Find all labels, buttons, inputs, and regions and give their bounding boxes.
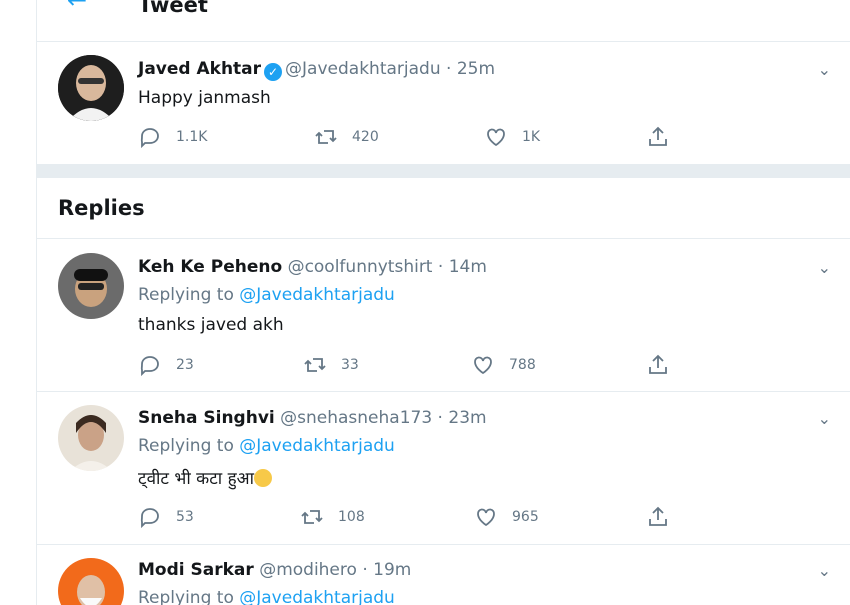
retweet-button[interactable]: 33 bbox=[303, 353, 359, 377]
retweet-icon bbox=[315, 130, 337, 144]
retweet-count: 33 bbox=[341, 357, 359, 373]
tweet-header: Keh Ke Peheno @coolfunnytshirt · 14m bbox=[138, 256, 487, 278]
avatar[interactable] bbox=[58, 558, 124, 605]
separator-dot: · bbox=[440, 59, 457, 79]
replying-to-link[interactable]: @Javedakhtarjadu bbox=[239, 285, 395, 305]
like-count: 1K bbox=[522, 129, 541, 145]
share-button[interactable] bbox=[646, 353, 684, 377]
user-name[interactable]: Modi Sarkar bbox=[138, 560, 254, 580]
reply-count: 53 bbox=[176, 509, 194, 525]
page-title: Tweet bbox=[138, 0, 208, 17]
tweet-text: Happy janmash bbox=[138, 88, 271, 108]
retweet-icon bbox=[304, 358, 326, 372]
avatar[interactable] bbox=[58, 55, 124, 121]
section-separator bbox=[37, 164, 850, 178]
separator-dot: · bbox=[432, 257, 449, 277]
user-handle[interactable]: @modihero bbox=[259, 560, 357, 580]
chevron-down-icon[interactable]: ⌄ bbox=[818, 258, 831, 277]
retweet-button[interactable]: 420 bbox=[314, 125, 379, 149]
reply-count: 1.1K bbox=[176, 129, 208, 145]
page-header: ← Tweet bbox=[37, 0, 850, 42]
user-handle[interactable]: @snehasneha173 bbox=[280, 408, 432, 428]
share-icon bbox=[649, 354, 667, 374]
main-tweet[interactable]: Javed Akhtar ✓ @Javedakhtarjadu · 25m ⌄ Ha… bbox=[37, 42, 850, 163]
tweet-time[interactable]: 19m bbox=[373, 560, 411, 580]
separator-dot: · bbox=[356, 560, 374, 580]
reply-icon bbox=[140, 356, 159, 377]
verified-badge-icon: ✓ bbox=[264, 63, 283, 81]
user-name[interactable]: Sneha Singhvi bbox=[138, 408, 275, 428]
chevron-down-icon[interactable]: ⌄ bbox=[818, 409, 831, 428]
replying-label: Replying to bbox=[138, 285, 234, 305]
reply-button[interactable]: 53 bbox=[138, 505, 194, 529]
avatar[interactable] bbox=[58, 253, 124, 319]
retweet-icon bbox=[301, 510, 323, 524]
replying-to-link[interactable]: @Javedakhtarjadu bbox=[239, 436, 395, 456]
tweet-header: Sneha Singhvi @snehasneha173 · 23m bbox=[138, 407, 487, 429]
like-count: 788 bbox=[509, 357, 536, 373]
retweet-count: 420 bbox=[352, 129, 379, 145]
eye-roll-emoji-icon bbox=[253, 469, 272, 487]
tweet-header: Modi Sarkar @modihero · 19m bbox=[138, 559, 411, 581]
retweet-count: 108 bbox=[338, 509, 365, 525]
reply-tweet[interactable]: Modi Sarkar @modihero · 19m ⌄ Replying t… bbox=[37, 545, 850, 605]
reply-tweet[interactable]: Keh Ke Peheno @coolfunnytshirt · 14m ⌄ R… bbox=[37, 239, 850, 391]
like-button[interactable]: 965 bbox=[474, 505, 539, 529]
like-button[interactable]: 1K bbox=[484, 125, 540, 149]
user-handle[interactable]: @coolfunnytshirt bbox=[288, 257, 433, 277]
reply-count: 23 bbox=[176, 357, 194, 373]
chevron-down-icon[interactable]: ⌄ bbox=[818, 60, 831, 79]
timeline-column: ← Tweet Javed Akhtar ✓ @Javedakhtarjadu · … bbox=[36, 0, 850, 605]
tweet-text: ट्वीट भी कटा हुआ bbox=[138, 469, 254, 489]
reply-button[interactable]: 1.1K bbox=[138, 125, 207, 149]
replying-label: Replying to bbox=[138, 436, 234, 456]
tweet-time[interactable]: 25m bbox=[457, 59, 495, 79]
replying-to-link[interactable]: @Javedakhtarjadu bbox=[239, 588, 395, 605]
replying-to: Replying to @Javedakhtarjadu bbox=[138, 588, 395, 605]
tweet-text-wrapper: ट्वीट भी कटा हुआ bbox=[138, 466, 272, 489]
tweet-text: thanks javed akh bbox=[138, 315, 284, 335]
heart-icon bbox=[477, 508, 495, 527]
share-icon bbox=[649, 126, 667, 146]
tweet-actions: 1.1K 420 1K bbox=[138, 125, 698, 149]
retweet-button[interactable]: 108 bbox=[300, 505, 365, 529]
share-button[interactable] bbox=[646, 505, 684, 529]
separator-dot: · bbox=[432, 408, 449, 428]
arrow-left-icon[interactable]: ← bbox=[67, 0, 87, 12]
reply-button[interactable]: 23 bbox=[138, 353, 194, 377]
tweet-time[interactable]: 14m bbox=[449, 257, 487, 277]
like-button[interactable]: 788 bbox=[471, 353, 536, 377]
tweet-actions: 53 108 965 bbox=[138, 505, 698, 529]
tweet-actions: 23 33 788 bbox=[138, 353, 698, 377]
user-name[interactable]: Keh Ke Peheno bbox=[138, 257, 282, 277]
reply-icon bbox=[140, 508, 159, 529]
replying-to: Replying to @Javedakhtarjadu bbox=[138, 285, 395, 305]
chevron-down-icon[interactable]: ⌄ bbox=[818, 561, 831, 580]
replying-to: Replying to @Javedakhtarjadu bbox=[138, 436, 395, 456]
share-button[interactable] bbox=[646, 125, 684, 149]
avatar[interactable] bbox=[58, 405, 124, 471]
replying-label: Replying to bbox=[138, 588, 234, 605]
user-name[interactable]: Javed Akhtar bbox=[138, 59, 261, 79]
share-icon bbox=[649, 506, 667, 526]
reply-tweet[interactable]: Sneha Singhvi @snehasneha173 · 23m ⌄ Rep… bbox=[37, 392, 850, 544]
heart-icon bbox=[474, 356, 492, 375]
reply-icon bbox=[140, 128, 159, 149]
tweet-time[interactable]: 23m bbox=[448, 408, 486, 428]
heart-icon bbox=[487, 128, 505, 147]
like-count: 965 bbox=[512, 509, 539, 525]
replies-heading: Replies bbox=[58, 196, 145, 220]
tweet-header: Javed Akhtar ✓ @Javedakhtarjadu · 25m bbox=[138, 58, 495, 81]
user-handle[interactable]: @Javedakhtarjadu bbox=[285, 59, 441, 79]
